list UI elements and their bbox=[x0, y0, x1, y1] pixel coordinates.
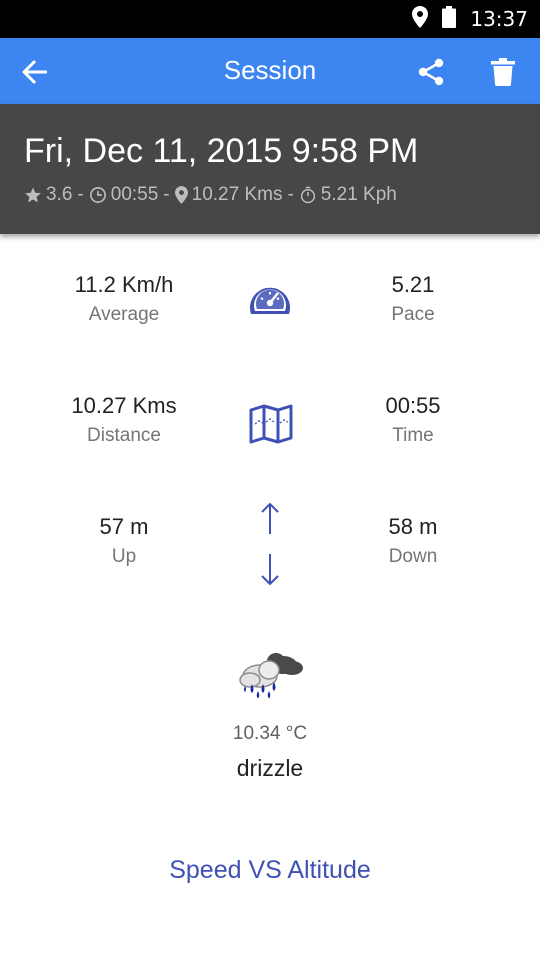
share-button[interactable] bbox=[414, 55, 448, 89]
weather-temperature: 10.34 °C bbox=[232, 723, 308, 744]
star-icon bbox=[24, 186, 42, 204]
stat-value: 11.2 Km/h bbox=[74, 272, 174, 297]
page-title: Session bbox=[223, 55, 317, 85]
arrow-up-icon bbox=[256, 502, 284, 536]
share-icon bbox=[418, 58, 444, 86]
weather-info: 10.34 °C drizzle bbox=[0, 723, 540, 782]
session-header: Fri, Dec 11, 2015 9:58 PM 3.6 - 00:55 - … bbox=[0, 104, 540, 234]
stat-value: 57 m bbox=[99, 514, 149, 539]
stat-label: Time bbox=[392, 425, 434, 446]
stat-average: 11.2 Km/h Average bbox=[14, 272, 234, 326]
stat-label: Pace bbox=[391, 304, 435, 325]
delete-button[interactable] bbox=[486, 55, 520, 89]
duration-value: 00:55 bbox=[110, 184, 159, 205]
app-bar: Session bbox=[0, 38, 540, 104]
status-icons: 13:37 bbox=[412, 0, 528, 38]
trash-icon bbox=[491, 58, 515, 86]
session-summary: 3.6 - 00:55 - 10.27 Kms - 5.21 Kph bbox=[24, 184, 397, 206]
map-pin-icon bbox=[174, 186, 188, 204]
weather-condition: drizzle bbox=[236, 755, 304, 781]
speed-value: 5.21 Kph bbox=[320, 184, 397, 205]
stat-down: 58 m Down bbox=[303, 514, 523, 568]
separator: - bbox=[287, 184, 294, 205]
stat-distance: 10.27 Kms Distance bbox=[14, 393, 234, 447]
clock-icon bbox=[89, 186, 107, 204]
stat-up: 57 m Up bbox=[14, 514, 234, 568]
stat-value: 58 m bbox=[388, 514, 438, 539]
drizzle-weather-icon bbox=[236, 646, 306, 700]
speedometer-icon bbox=[246, 279, 294, 323]
stopwatch-icon bbox=[299, 186, 317, 204]
stat-label: Average bbox=[88, 304, 160, 325]
stat-value: 10.27 Kms bbox=[71, 393, 177, 418]
speed-vs-altitude-link[interactable]: Speed VS Altitude bbox=[0, 856, 540, 885]
separator: - bbox=[77, 184, 84, 205]
stat-value: 5.21 bbox=[391, 272, 435, 297]
map-icon bbox=[248, 402, 294, 446]
separator: - bbox=[163, 184, 170, 205]
status-bar: 13:37 bbox=[0, 0, 540, 38]
location-icon bbox=[412, 5, 429, 33]
stat-label: Distance bbox=[87, 425, 161, 446]
arrow-down-icon bbox=[256, 552, 284, 586]
stat-label: Up bbox=[111, 546, 137, 567]
stat-pace: 5.21 Pace bbox=[303, 272, 523, 326]
stat-time: 00:55 Time bbox=[303, 393, 523, 447]
stat-value: 00:55 bbox=[385, 393, 441, 418]
stat-label: Down bbox=[388, 546, 438, 567]
rating-value: 3.6 bbox=[46, 184, 73, 205]
session-date: Fri, Dec 11, 2015 9:58 PM bbox=[24, 132, 419, 170]
status-time: 13:37 bbox=[470, 7, 528, 31]
battery-icon bbox=[442, 5, 457, 33]
distance-value: 10.27 Kms bbox=[191, 184, 283, 205]
